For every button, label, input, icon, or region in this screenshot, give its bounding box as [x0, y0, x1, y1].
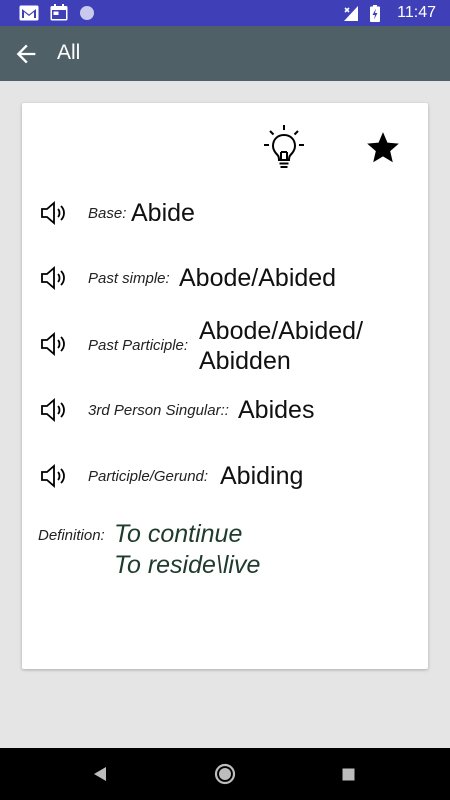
- app-bar: All: [0, 26, 450, 81]
- speaker-icon[interactable]: [38, 262, 70, 294]
- page-title: All: [57, 41, 81, 64]
- form-value-line1: Abode/Abided/: [199, 317, 364, 345]
- status-bar: 11:47: [0, 0, 450, 26]
- definition-label: Definition:: [38, 527, 105, 544]
- gmail-icon: [19, 5, 39, 20]
- status-time: 11:47: [397, 4, 436, 21]
- speaker-icon[interactable]: [38, 460, 70, 492]
- form-label: Past simple:: [88, 270, 170, 287]
- form-row-base: Base: Abide: [22, 197, 428, 231]
- form-value: Abode/Abided: [179, 264, 337, 292]
- definition-line: To reside\live: [114, 551, 261, 579]
- circle-notification-icon: [80, 5, 94, 20]
- speaker-icon[interactable]: [38, 197, 70, 229]
- home-circle-icon[interactable]: [195, 748, 255, 800]
- status-system: 11:47: [343, 4, 436, 22]
- back-arrow-icon[interactable]: [12, 40, 40, 68]
- status-notifications: [19, 4, 106, 21]
- form-label: Participle/Gerund:: [88, 468, 209, 485]
- battery-charging-icon: [370, 4, 381, 22]
- speaker-icon[interactable]: [38, 328, 70, 360]
- verb-card: Base: Abide Past simple: Abode/Abided Pa…: [22, 103, 428, 669]
- form-value: Abides: [238, 396, 315, 424]
- form-row-past-simple: Past simple: Abode/Abided: [22, 262, 428, 296]
- form-label: Base:: [88, 205, 127, 222]
- form-row-third-person: 3rd Person Singular:: Abides: [22, 394, 428, 428]
- recents-square-icon[interactable]: [318, 748, 378, 800]
- no-signal-icon: [344, 5, 359, 21]
- form-value: Abide: [131, 199, 195, 227]
- form-value: Abiding: [220, 462, 304, 490]
- star-icon[interactable]: [364, 129, 402, 167]
- calendar-icon: [50, 4, 68, 21]
- navigation-bar: [0, 748, 450, 800]
- definition-line: To continue: [114, 520, 243, 548]
- speaker-icon[interactable]: [38, 394, 70, 426]
- form-value-line2: Abidden: [199, 347, 291, 375]
- definition-text: To continue To reside\live: [114, 519, 260, 581]
- lightbulb-icon[interactable]: [262, 123, 306, 171]
- form-label: Past Participle:: [88, 337, 189, 354]
- form-row-gerund: Participle/Gerund: Abiding: [22, 460, 428, 494]
- form-row-past-participle: Past Participle: Abode/Abided/ Abidden: [22, 315, 428, 377]
- back-triangle-icon[interactable]: [70, 748, 130, 800]
- form-label: 3rd Person Singular::: [88, 402, 229, 419]
